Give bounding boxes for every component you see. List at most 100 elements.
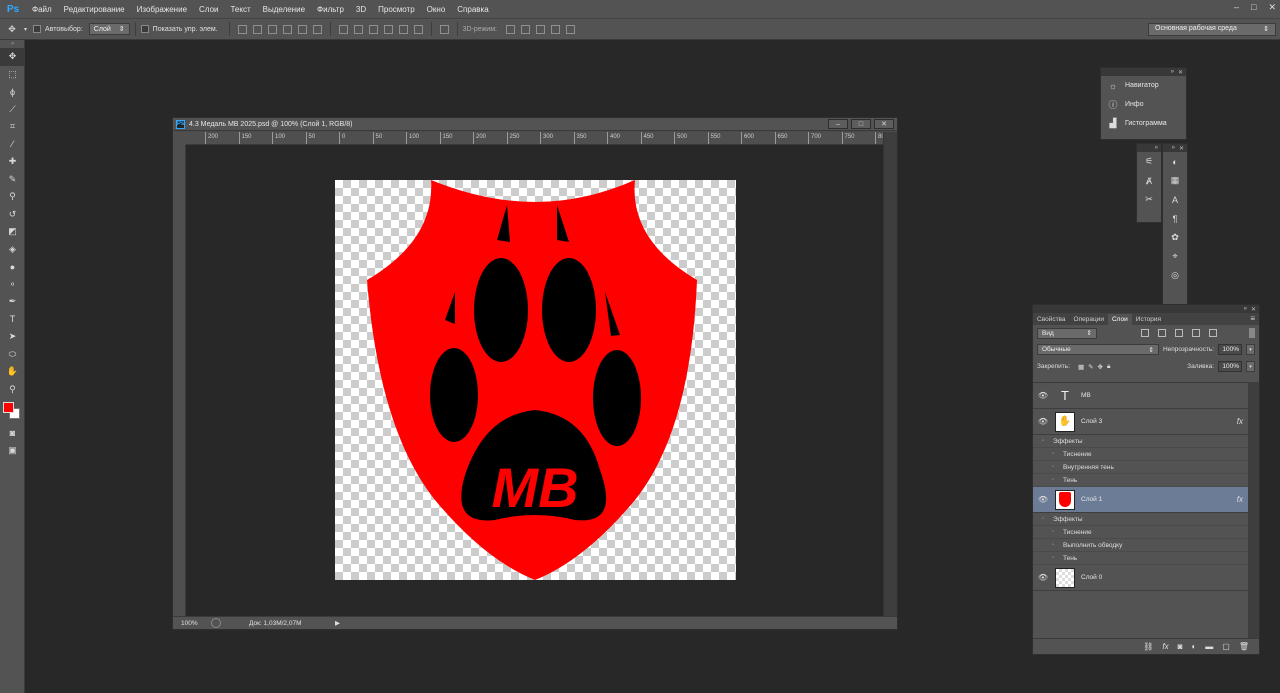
add-mask-icon[interactable]: ◙ [1178, 642, 1183, 651]
marquee-tool-icon[interactable]: ⬚ [0, 66, 25, 84]
autoselect-dropdown[interactable]: Слой ⇕ [88, 23, 130, 35]
distribute-bottom-icon[interactable] [368, 24, 378, 34]
fx-icon[interactable]: fx [1237, 495, 1243, 504]
collapse-icon[interactable]: » [1171, 69, 1174, 75]
menu-image[interactable]: Изображение [131, 5, 193, 14]
pan-3d-icon[interactable] [535, 24, 545, 34]
zoom-level[interactable]: 100% [181, 620, 203, 627]
tab-layers[interactable]: Слои [1107, 314, 1132, 325]
layer-row[interactable]: 👁︎ Слой 0 [1033, 565, 1249, 591]
clone-stamp-tool-icon[interactable]: ⚲ [0, 188, 25, 206]
align-top-icon[interactable] [237, 24, 247, 34]
menu-type[interactable]: Текст [224, 5, 256, 14]
align-hcenter-icon[interactable] [297, 24, 307, 34]
screen-mode-icon[interactable]: ▣ [0, 442, 25, 460]
adjustment-layer-icon[interactable]: ◐ [1191, 642, 1196, 651]
filter-pixel-icon[interactable] [1141, 329, 1149, 337]
visibility-eye-icon[interactable]: ◦ [1043, 464, 1063, 470]
ruler-origin[interactable] [173, 132, 186, 145]
visibility-eye-icon[interactable]: ◦ [1033, 438, 1053, 444]
slide-3d-icon[interactable] [550, 24, 560, 34]
paths-panel-icon[interactable]: ⌖ [1163, 247, 1187, 266]
blend-mode-dropdown[interactable]: Обычные ⇕ [1037, 344, 1159, 355]
workspace-dropdown[interactable]: Основная рабочая среда ⇕ [1148, 23, 1276, 36]
swatches-panel-icon[interactable]: ▦ [1163, 171, 1187, 190]
doc-close-button[interactable]: ✕ [874, 119, 894, 129]
filter-type-icon[interactable] [1175, 329, 1183, 337]
visibility-eye-icon[interactable]: 👁︎ [1033, 391, 1053, 400]
blur-tool-icon[interactable]: ● [0, 258, 25, 276]
status-menu-arrow-icon[interactable]: ▶ [335, 619, 340, 627]
status-icon[interactable] [211, 618, 221, 628]
opacity-slider-button[interactable]: ▾ [1246, 344, 1255, 355]
opacity-input[interactable]: 100% [1218, 344, 1242, 355]
maximize-button[interactable]: □ [1251, 2, 1256, 13]
quick-select-tool-icon[interactable]: ⟋ [0, 101, 25, 119]
filter-shape-icon[interactable] [1192, 329, 1200, 337]
menu-file[interactable]: Файл [26, 5, 58, 14]
visibility-eye-icon[interactable]: 👁︎ [1033, 417, 1053, 426]
doc-maximize-button[interactable]: □ [851, 119, 871, 129]
collapse-icon[interactable]: » [1155, 145, 1158, 151]
layer-row-selected[interactable]: 👁︎ Слой 1 fx [1033, 487, 1249, 513]
eyedropper-tool-icon[interactable]: ⁄ [0, 136, 25, 154]
close-icon[interactable]: ✕ [1178, 69, 1183, 76]
menu-select[interactable]: Выделение [257, 5, 311, 14]
foreground-color-swatch[interactable] [3, 402, 14, 413]
fill-slider-button[interactable]: ▾ [1246, 361, 1255, 372]
doc-minimize-button[interactable]: – [828, 119, 848, 129]
panel-menu-icon[interactable]: ≡ [1246, 312, 1259, 325]
move-tool-icon[interactable]: ✥ [0, 48, 25, 66]
distribute-right-icon[interactable] [413, 24, 423, 34]
align-bottom-icon[interactable] [267, 24, 277, 34]
collapse-icon[interactable]: » [1172, 145, 1175, 151]
lasso-tool-icon[interactable]: ϕ [0, 83, 25, 101]
clone-source-icon[interactable]: Ⱥ [1137, 171, 1161, 190]
auto-align-icon[interactable] [439, 24, 449, 34]
visibility-eye-icon[interactable]: 👁︎ [1033, 495, 1053, 504]
layer-row[interactable]: 👁︎ ✋ Слой 3 fx [1033, 409, 1249, 435]
info-panel-button[interactable]: ⓘ Инфо [1101, 95, 1186, 114]
visibility-eye-icon[interactable]: ◦ [1043, 555, 1063, 561]
scale-3d-icon[interactable] [565, 24, 575, 34]
collapse-icon[interactable]: » [0, 40, 25, 48]
new-group-icon[interactable]: ▬ [1205, 642, 1213, 651]
filter-toggle[interactable] [1249, 328, 1255, 338]
visibility-eye-icon[interactable]: ◦ [1043, 451, 1063, 457]
chevron-down-icon[interactable]: ▾ [24, 26, 27, 33]
align-right-icon[interactable] [312, 24, 322, 34]
menu-view[interactable]: Просмотр [372, 5, 421, 14]
layer-row[interactable]: 👁︎ T МВ [1033, 383, 1249, 409]
menu-help[interactable]: Справка [451, 5, 494, 14]
lock-all-icon[interactable]: 🔒︎ [1107, 363, 1110, 371]
distribute-hcenter-icon[interactable] [398, 24, 408, 34]
visibility-eye-icon[interactable]: 👁︎ [1033, 573, 1053, 582]
effect-item[interactable]: ◦ Выполнить обводку [1033, 539, 1249, 552]
roll-3d-icon[interactable] [520, 24, 530, 34]
effect-item[interactable]: ◦ Тиснение [1033, 526, 1249, 539]
distribute-left-icon[interactable] [383, 24, 393, 34]
layers-scrollbar[interactable] [1248, 382, 1259, 639]
effect-item[interactable]: ◦ Внутренняя тень [1033, 461, 1249, 474]
history-brush-tool-icon[interactable]: ↺ [0, 206, 25, 224]
menu-layers[interactable]: Слои [193, 5, 224, 14]
filter-smart-object-icon[interactable] [1209, 329, 1217, 337]
channels-panel-icon[interactable]: ◎ [1163, 266, 1187, 285]
adjustments-panel-icon[interactable]: ✿ [1163, 228, 1187, 247]
character-panel-icon[interactable]: A [1163, 190, 1187, 209]
brush-tool-icon[interactable]: ✎ [0, 171, 25, 189]
link-layers-icon[interactable]: ⛓ [1143, 642, 1153, 651]
delete-layer-icon[interactable]: 🗑︎ [1239, 642, 1249, 651]
menu-3d[interactable]: 3D [350, 5, 372, 14]
document-tab[interactable]: Ps 4.3 Медаль МВ 2025.psd @ 100% (Слой 1… [173, 118, 897, 131]
effects-header[interactable]: ◦ Эффекты [1033, 435, 1249, 448]
autoselect-checkbox[interactable] [33, 25, 42, 33]
artboard[interactable]: MB [335, 180, 736, 580]
visibility-eye-icon[interactable]: ◦ [1043, 529, 1063, 535]
pen-tool-icon[interactable]: ✒ [0, 293, 25, 311]
menu-window[interactable]: Окно [421, 5, 452, 14]
visibility-eye-icon[interactable]: ◦ [1043, 477, 1063, 483]
shape-tool-icon[interactable]: ⬭ [0, 346, 25, 364]
tab-properties[interactable]: Свойства [1033, 314, 1070, 325]
align-left-icon[interactable] [282, 24, 292, 34]
